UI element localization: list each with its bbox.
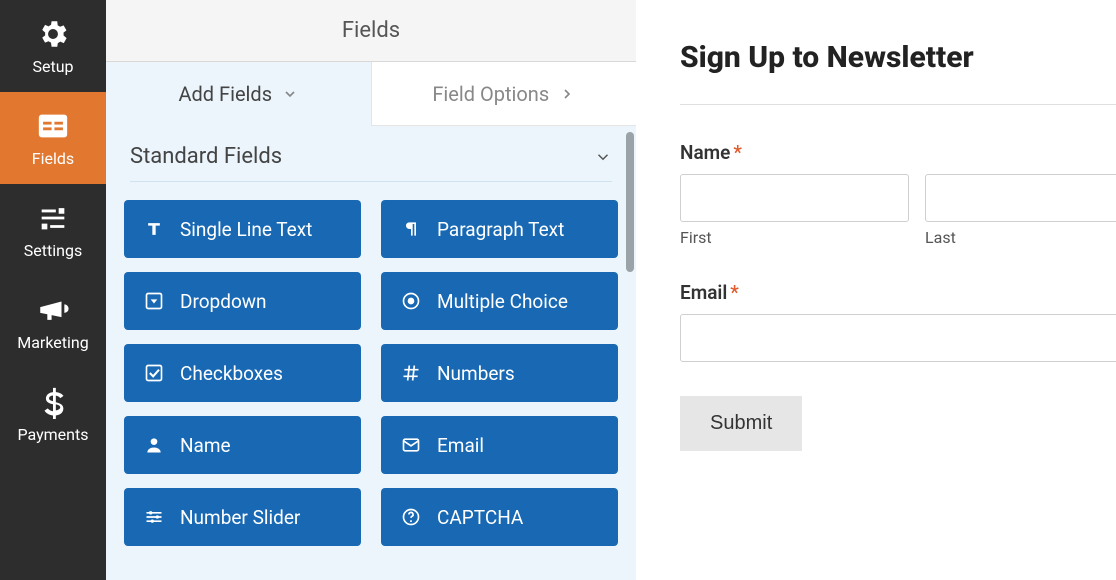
field-number-slider[interactable]: Number Slider [124, 488, 361, 546]
preview-title: Sign Up to Newsletter [680, 40, 1116, 76]
sidebar-item-fields[interactable]: Fields [0, 92, 106, 184]
dollar-icon [36, 385, 70, 419]
gear-icon [36, 17, 70, 51]
required-asterisk: * [730, 281, 739, 304]
field-label: Multiple Choice [437, 290, 568, 313]
field-email[interactable]: Email [381, 416, 618, 474]
field-label: Dropdown [180, 290, 267, 313]
help-icon [401, 507, 421, 527]
sidebar-item-payments[interactable]: Payments [0, 368, 106, 460]
tabs: Add Fields Field Options [106, 62, 636, 126]
name-label: Name* [680, 141, 1116, 164]
field-checkboxes[interactable]: Checkboxes [124, 344, 361, 402]
envelope-icon [401, 435, 421, 455]
divider [130, 181, 612, 182]
field-label: Name [180, 434, 231, 457]
divider [680, 104, 1116, 105]
dropdown-icon [144, 291, 164, 311]
submit-button[interactable]: Submit [680, 396, 802, 451]
field-label: Checkboxes [180, 362, 283, 385]
field-paragraph-text[interactable]: Paragraph Text [381, 200, 618, 258]
field-grid: Single Line Text Paragraph Text Dropdown… [124, 200, 618, 546]
name-row: First Last [680, 174, 1116, 247]
sidebar-item-label: Payments [17, 425, 88, 444]
last-name-col: Last [925, 174, 1116, 247]
field-numbers[interactable]: Numbers [381, 344, 618, 402]
field-captcha[interactable]: CAPTCHA [381, 488, 618, 546]
tab-field-options[interactable]: Field Options [371, 62, 637, 126]
scrollbar[interactable] [626, 132, 634, 272]
label-text: Name [680, 141, 730, 164]
first-sublabel: First [680, 228, 909, 247]
field-multiple-choice[interactable]: Multiple Choice [381, 272, 618, 330]
last-name-input[interactable] [925, 174, 1116, 222]
tab-add-fields[interactable]: Add Fields [106, 62, 371, 126]
tab-label: Add Fields [178, 82, 272, 106]
center-title: Fields [342, 18, 400, 43]
chevron-down-icon [594, 148, 612, 166]
field-label: Paragraph Text [437, 218, 564, 241]
sidebar: Setup Fields Settings Marketing Payments [0, 0, 106, 580]
first-name-col: First [680, 174, 909, 247]
center-panel: Fields Add Fields Field Options Standard… [106, 0, 636, 580]
hash-icon [401, 363, 421, 383]
first-name-input[interactable] [680, 174, 909, 222]
section-header[interactable]: Standard Fields [124, 126, 618, 181]
sidebar-item-settings[interactable]: Settings [0, 184, 106, 276]
field-label: CAPTCHA [437, 506, 523, 529]
field-name[interactable]: Name [124, 416, 361, 474]
name-field-block: Name* First Last [680, 141, 1116, 247]
section-title: Standard Fields [130, 144, 282, 169]
fields-panel: Standard Fields Single Line Text Paragra… [106, 126, 636, 580]
sliders-icon [36, 201, 70, 235]
slider-icon [144, 507, 164, 527]
sidebar-item-label: Marketing [17, 333, 88, 352]
field-dropdown[interactable]: Dropdown [124, 272, 361, 330]
field-single-line-text[interactable]: Single Line Text [124, 200, 361, 258]
last-sublabel: Last [925, 228, 1116, 247]
center-header: Fields [106, 0, 636, 62]
field-label: Number Slider [180, 506, 300, 529]
email-input[interactable] [680, 314, 1116, 362]
bullhorn-icon [36, 293, 70, 327]
checkbox-icon [144, 363, 164, 383]
form-icon [36, 109, 70, 143]
sidebar-item-setup[interactable]: Setup [0, 0, 106, 92]
chevron-down-icon [282, 86, 298, 102]
field-label: Single Line Text [180, 218, 312, 241]
form-preview: Sign Up to Newsletter Name* First Last [636, 0, 1116, 580]
text-icon [144, 219, 164, 239]
required-asterisk: * [733, 141, 742, 164]
app-root: Setup Fields Settings Marketing Payments [0, 0, 1116, 580]
field-label: Numbers [437, 362, 515, 385]
paragraph-icon [401, 219, 421, 239]
preview-wrap: Sign Up to Newsletter Name* First Last [636, 0, 1116, 580]
sidebar-item-label: Setup [32, 57, 73, 76]
label-text: Email [680, 281, 727, 304]
sidebar-item-label: Fields [32, 149, 74, 168]
radio-icon [401, 291, 421, 311]
email-label: Email* [680, 281, 1116, 304]
sidebar-item-marketing[interactable]: Marketing [0, 276, 106, 368]
email-field-block: Email* [680, 281, 1116, 362]
person-icon [144, 435, 164, 455]
tab-label: Field Options [432, 82, 549, 106]
chevron-right-icon [559, 86, 575, 102]
sidebar-item-label: Settings [24, 241, 82, 260]
field-label: Email [437, 434, 484, 457]
